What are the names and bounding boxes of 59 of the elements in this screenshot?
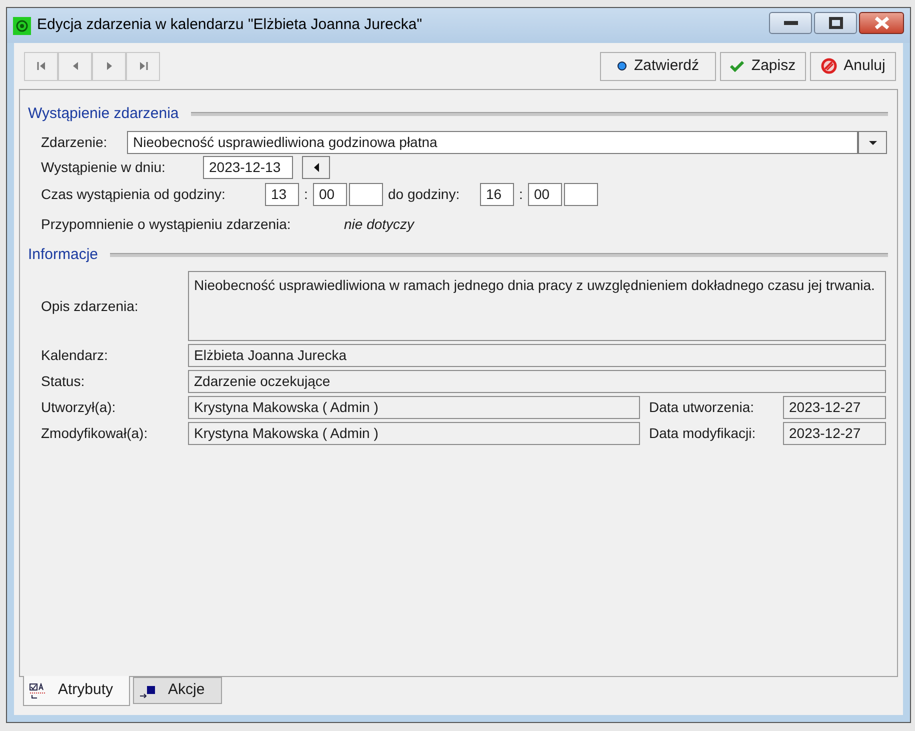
field-label: Przypomnienie o wystąpieniu zdarzenia:: [41, 215, 292, 234]
prohibited-icon: [820, 58, 837, 74]
minimize-icon: [784, 21, 798, 25]
readonly-field: Zdarzenie oczekujące: [188, 370, 886, 393]
section-heading: Informacje: [28, 244, 98, 265]
readonly-field: 2023-12-27: [783, 422, 886, 445]
description-field: Nieobecność usprawiedliwiona w ramach jednego dnia pracy z uwzględnieniem dokładnego czasu jej trwania.: [188, 271, 886, 341]
minimize-button[interactable]: [769, 12, 812, 34]
field-label: Utworzył(a):: [41, 398, 117, 417]
field-label: Opis zdarzenia:: [41, 296, 140, 316]
next-icon: [104, 61, 114, 71]
field-label: Data modyfikacji:: [649, 424, 757, 443]
seconds-field[interactable]: [349, 183, 383, 206]
close-button[interactable]: [859, 12, 904, 34]
cancel-button[interactable]: Anuluj: [810, 52, 896, 80]
field-label: Zmodyfikował(a):: [41, 424, 149, 443]
field-label: Zdarzenie:: [41, 133, 108, 152]
minute-field[interactable]: 00: [313, 183, 347, 206]
field-label: Wystąpienie w dniu:: [41, 158, 166, 177]
minute-field[interactable]: 00: [528, 183, 562, 206]
readonly-field: Krystyna Makowska ( Admin ): [188, 396, 640, 419]
readonly-field: Krystyna Makowska ( Admin ): [188, 422, 640, 445]
date-field[interactable]: 2023-12-13: [203, 156, 293, 179]
field-label: Data utworzenia:: [649, 398, 756, 417]
hour-field[interactable]: 16: [480, 183, 514, 206]
chevron-down-icon: [868, 140, 876, 144]
date-picker-button[interactable]: [302, 156, 330, 179]
maximize-button[interactable]: [814, 12, 857, 34]
readonly-field: Elżbieta Joanna Jurecka: [188, 344, 886, 367]
confirm-button[interactable]: Zatwierdź: [600, 52, 716, 80]
tab[interactable]: Atrybuty: [23, 676, 130, 706]
first-button[interactable]: [24, 52, 58, 80]
reminder-value: nie dotyczy: [344, 215, 414, 234]
first-icon: [36, 61, 46, 71]
maximize-icon: [828, 17, 842, 29]
readonly-field: 2023-12-27: [783, 396, 886, 419]
save-button[interactable]: Zapisz: [720, 52, 806, 80]
window-title: Edycja zdarzenia w kalendarzu "Elżbieta Joanna Jurecka": [37, 15, 422, 36]
tab[interactable]: Akcje: [133, 677, 222, 704]
field-label: Czas wystąpienia od godziny:: [41, 185, 226, 204]
event-field[interactable]: Nieobecność usprawiedliwiona godzinowa płatna: [127, 131, 858, 154]
close-icon: [874, 16, 890, 30]
last-icon: [138, 61, 148, 71]
seconds-field[interactable]: [564, 183, 598, 206]
form-icon: [29, 682, 46, 698]
field-label: do godziny:: [388, 185, 461, 204]
arrow-into-square-icon: [139, 684, 156, 698]
field-label: Kalendarz:: [41, 346, 109, 365]
check-icon: [730, 60, 744, 72]
last-button[interactable]: [126, 52, 160, 80]
hour-field[interactable]: 13: [265, 183, 299, 206]
dot-icon: [616, 61, 627, 71]
app-icon: [13, 16, 31, 34]
dropdown-button[interactable]: [858, 131, 887, 154]
field-label: Status:: [41, 372, 86, 391]
triangle-left-icon: [314, 163, 318, 172]
field-label: :: [518, 185, 524, 204]
section-heading: Wystąpienie zdarzenia: [28, 104, 179, 124]
field-label: :: [303, 185, 309, 204]
